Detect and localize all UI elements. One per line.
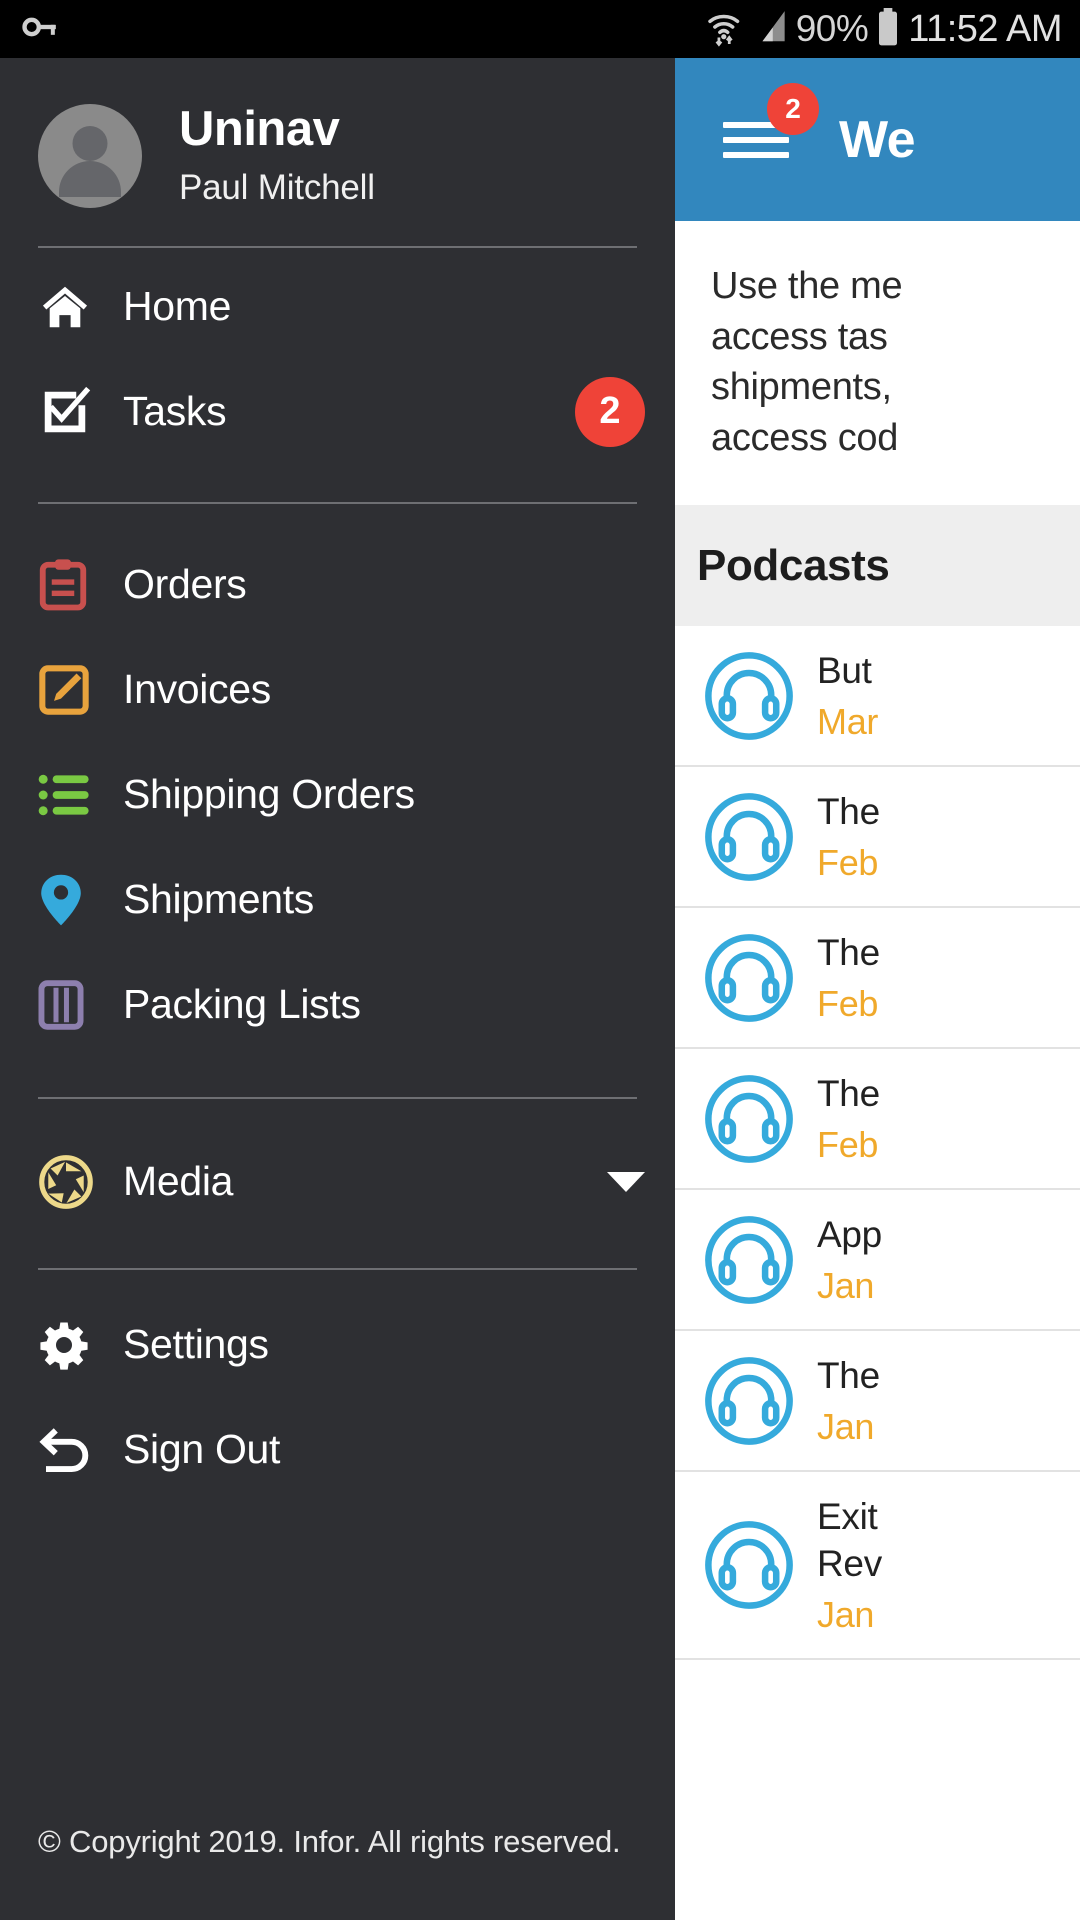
divider-before-settings (38, 1268, 637, 1271)
drawer-profile-header[interactable]: Uninav Paul Mitchell (0, 58, 675, 209)
sidebar-item-sign-out[interactable]: Sign Out (0, 1397, 675, 1502)
edit-square-icon (38, 664, 98, 716)
cell-signal-icon (755, 8, 789, 51)
list-item[interactable]: The Feb (675, 767, 1080, 909)
headphones-circle-icon (697, 791, 801, 883)
headphones-circle-icon (697, 1355, 801, 1447)
status-bar-right: 90% 11:52 AM (706, 7, 1062, 52)
list-item[interactable]: The Feb (675, 908, 1080, 1050)
sidebar-item-invoices[interactable]: Invoices (0, 637, 675, 742)
aperture-icon (38, 1154, 98, 1210)
podcast-date: Feb (817, 983, 879, 1025)
sidebar-item-label: Home (123, 283, 232, 330)
sidebar-item-label: Tasks (123, 388, 227, 435)
sidebar-item-label: Media (123, 1158, 234, 1205)
profile-text-block: Uninav Paul Mitchell (179, 102, 375, 208)
page-title: We (839, 110, 916, 169)
divider-after-tasks (38, 502, 637, 505)
key-icon (20, 7, 60, 52)
app-title: Uninav (179, 102, 340, 156)
sidebar-item-label: Sign Out (123, 1426, 281, 1473)
divider-before-media (38, 1097, 637, 1100)
podcast-date: Jan (817, 1406, 875, 1448)
list-item[interactable]: Exit Rev Jan (675, 1472, 1080, 1660)
home-icon (38, 280, 98, 334)
app-bar: 2 We (675, 58, 1080, 221)
main-content-pane: 2 We Use the me access tas shipments, ac… (675, 58, 1080, 1920)
podcast-title: The (817, 932, 880, 974)
list-item[interactable]: But Mar (675, 626, 1080, 768)
clipboard-icon (38, 558, 98, 612)
podcast-date: Feb (817, 842, 879, 884)
podcast-date: Mar (817, 701, 879, 743)
sidebar-item-orders[interactable]: Orders (0, 532, 675, 637)
list-item[interactable]: The Jan (675, 1331, 1080, 1473)
sign-out-arrow-icon (38, 1425, 98, 1475)
sidebar-item-label: Orders (123, 561, 247, 608)
sidebar-item-settings[interactable]: Settings (0, 1292, 675, 1397)
podcast-list: But Mar The Feb The Feb The Feb App Jan … (675, 626, 1080, 1660)
chevron-down-icon[interactable] (607, 1171, 645, 1192)
hamburger-menu-icon[interactable]: 2 (723, 82, 819, 167)
headphones-circle-icon (697, 1519, 801, 1611)
podcast-title: Exit Rev (817, 1496, 882, 1585)
battery-percent: 90% (795, 8, 869, 49)
columns-icon (38, 980, 98, 1030)
podcast-date: Jan (817, 1265, 875, 1307)
sidebar-item-media[interactable]: Media (0, 1129, 675, 1234)
sidebar-item-label: Settings (123, 1321, 269, 1368)
menu-notification-badge: 2 (767, 82, 819, 135)
podcast-text: App Jan (817, 1212, 882, 1307)
podcast-text: The Feb (817, 930, 880, 1025)
sidebar-item-packing-lists[interactable]: Packing Lists (0, 952, 675, 1057)
podcast-title: But (817, 650, 872, 692)
podcast-text: The Feb (817, 789, 880, 884)
podcast-title: The (817, 791, 880, 833)
sidebar-item-label: Packing Lists (123, 981, 361, 1028)
sidebar-item-label: Shipments (123, 876, 315, 923)
list-item[interactable]: The Feb (675, 1049, 1080, 1191)
podcast-title: App (817, 1214, 882, 1256)
sidebar-item-label: Shipping Orders (123, 771, 415, 818)
drawer-nav-list: Home Tasks 2 Orders Invoices Shipping Or… (0, 248, 675, 1502)
headphones-circle-icon (697, 650, 801, 742)
podcast-title: The (817, 1355, 880, 1397)
sidebar-item-shipping-orders[interactable]: Shipping Orders (0, 742, 675, 847)
wifi-icon (706, 7, 748, 52)
podcast-date: Jan (817, 1594, 875, 1635)
podcast-text: The Feb (817, 1071, 880, 1166)
headphones-circle-icon (697, 932, 801, 1024)
phone-screen: 90% 11:52 AM Uninav Paul Mitchell Home T… (0, 0, 1080, 1920)
podcast-text: The Jan (817, 1353, 880, 1448)
podcast-text: Exit Rev Jan (817, 1494, 882, 1636)
headphones-circle-icon (697, 1214, 801, 1306)
status-bar-left (20, 7, 60, 52)
copyright-text: © Copyright 2019. Infor. All rights rese… (38, 1824, 621, 1859)
intro-text: Use the me access tas shipments, access … (711, 265, 903, 459)
podcast-date: Feb (817, 1124, 879, 1166)
navigation-drawer: Uninav Paul Mitchell Home Tasks 2 Orders… (0, 58, 675, 1920)
map-pin-icon (38, 872, 98, 928)
sidebar-item-home[interactable]: Home (0, 254, 675, 359)
sidebar-item-label: Invoices (123, 666, 272, 713)
gear-icon (38, 1319, 98, 1371)
user-name: Paul Mitchell (179, 168, 375, 208)
headphones-circle-icon (697, 1073, 801, 1165)
battery-icon (875, 7, 901, 52)
checkbox-check-icon (38, 385, 98, 439)
sidebar-item-tasks[interactable]: Tasks 2 (0, 359, 675, 464)
list-item[interactable]: App Jan (675, 1190, 1080, 1332)
section-title-podcasts: Podcasts (675, 505, 1080, 627)
status-bar-clock: 11:52 AM (908, 7, 1062, 50)
status-bar: 90% 11:52 AM (0, 0, 1080, 58)
bullet-list-icon (38, 772, 98, 818)
podcast-title: The (817, 1073, 880, 1115)
podcast-text: But Mar (817, 648, 878, 743)
tasks-badge: 2 (575, 376, 645, 447)
user-avatar-icon (38, 104, 142, 209)
sidebar-item-shipments[interactable]: Shipments (0, 847, 675, 952)
